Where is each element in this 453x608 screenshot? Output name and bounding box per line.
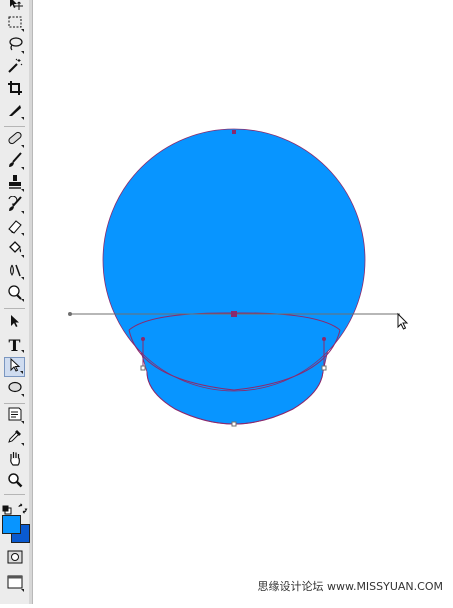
flyout-indicator-icon — [21, 394, 24, 397]
flyout-indicator-icon — [21, 443, 24, 446]
lasso-tool[interactable] — [4, 36, 25, 56]
flyout-indicator-icon — [21, 211, 24, 214]
hand-tool[interactable] — [4, 450, 25, 470]
arrow-cursor-icon — [397, 312, 409, 330]
handle-point — [322, 337, 326, 341]
flyout-indicator-icon — [21, 51, 24, 54]
watermark-text: 思缘设计论坛 www.MISSYUAN.COM — [257, 580, 443, 593]
flyout-indicator-icon — [21, 589, 24, 592]
swap-colors-button[interactable] — [17, 499, 28, 514]
quick-mask-button[interactable] — [4, 549, 25, 569]
hand-tool-icon — [7, 450, 23, 470]
eyedropper-tool[interactable] — [4, 428, 25, 448]
direct-selection-tool[interactable] — [4, 357, 25, 377]
flyout-indicator-icon — [20, 371, 23, 374]
anchor-point — [231, 421, 237, 427]
flyout-indicator-icon — [21, 421, 24, 424]
flyout-indicator-icon — [21, 299, 24, 302]
zoom-tool[interactable] — [4, 472, 25, 492]
history-brush-tool[interactable] — [4, 195, 25, 216]
screen-mode-button[interactable] — [4, 574, 25, 594]
toolbar-separator — [4, 308, 25, 309]
toolbar-separator — [4, 494, 25, 495]
ellipse-shape-tool[interactable] — [4, 379, 25, 399]
direct-selection-tool-icon — [7, 357, 23, 377]
bulb-circle-shape — [102, 128, 366, 392]
flyout-indicator-icon — [21, 167, 24, 170]
quick-mask-icon — [7, 549, 23, 569]
brush-tool[interactable] — [4, 152, 25, 172]
type-tool[interactable]: T — [4, 335, 25, 355]
handle-point — [141, 337, 145, 341]
default-colors-button[interactable] — [2, 500, 12, 515]
flyout-indicator-icon — [21, 233, 24, 236]
path-selection-tool[interactable] — [4, 313, 25, 333]
anchor-point — [321, 365, 327, 371]
document-canvas[interactable] — [33, 0, 453, 604]
dodge-tool[interactable] — [4, 284, 25, 304]
blur-tool[interactable] — [4, 262, 25, 282]
flyout-indicator-icon — [21, 29, 24, 32]
flyout-indicator-icon — [21, 277, 24, 280]
anchor-point-top — [232, 130, 236, 134]
flyout-indicator-icon — [21, 255, 24, 258]
slice-tool[interactable] — [4, 102, 25, 122]
tools-panel-edge — [29, 0, 32, 604]
flyout-indicator-icon — [21, 145, 24, 148]
toolbar-separator — [4, 403, 25, 404]
toolbar-separator — [4, 126, 25, 127]
paint-bucket-tool[interactable] — [4, 240, 25, 260]
anchor-point-selected — [231, 311, 237, 317]
path-selection-tool-icon — [7, 313, 23, 333]
clone-stamp-tool[interactable] — [4, 174, 25, 194]
flyout-indicator-icon — [21, 350, 24, 353]
canvas-artwork — [68, 128, 409, 427]
healing-brush-tool[interactable] — [4, 130, 25, 150]
type-tool-icon: T — [8, 335, 21, 355]
eraser-tool[interactable] — [4, 218, 25, 238]
notes-tool[interactable] — [4, 406, 25, 426]
marquee-tool[interactable] — [4, 14, 25, 34]
flyout-indicator-icon — [21, 117, 24, 120]
anchor-point — [140, 365, 146, 371]
crop-tool[interactable] — [4, 80, 25, 100]
crop-tool-icon — [7, 80, 23, 100]
zoom-tool-icon — [7, 472, 23, 492]
foreground-color-swatch[interactable] — [2, 515, 21, 534]
magic-wand-tool-icon — [7, 58, 23, 78]
tools-panel: T — [0, 0, 33, 604]
direction-handle-left — [68, 312, 72, 316]
flyout-indicator-icon — [21, 189, 24, 192]
magic-wand-tool[interactable] — [4, 58, 25, 78]
